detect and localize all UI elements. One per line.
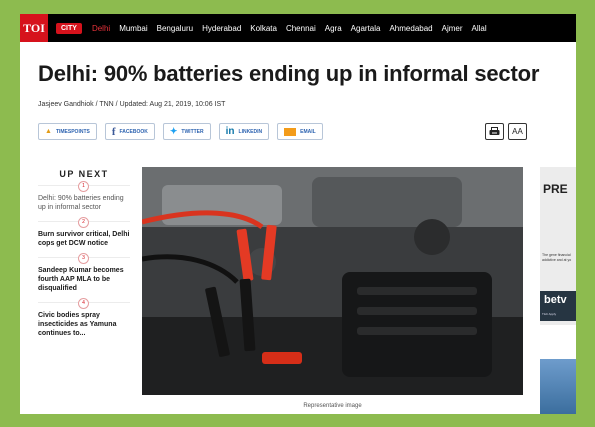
nav-item-hyderabad[interactable]: Hyderabad: [202, 24, 241, 33]
nav-item-delhi[interactable]: Delhi: [92, 24, 110, 33]
browser-page: TOI CITY Delhi Mumbai Bengaluru Hyderaba…: [20, 14, 576, 414]
engine-jumper-cables-photo: [142, 167, 523, 395]
up-next-item[interactable]: 3 Sandeep Kumar becomes fourth AAP MLA t…: [38, 253, 130, 293]
twitter-label: TWITTER: [181, 128, 204, 135]
facebook-label: FACEBOOK: [119, 128, 148, 135]
email-icon: [284, 127, 297, 136]
linkedin-share-button[interactable]: in LINKEDIN: [218, 123, 270, 140]
ad-logo: betv: [544, 294, 567, 306]
up-next-number: 2: [78, 217, 89, 228]
nav-item-chennai[interactable]: Chennai: [286, 24, 316, 33]
facebook-icon: f: [111, 125, 116, 138]
nav-item-agra[interactable]: Agra: [325, 24, 342, 33]
twitter-share-button[interactable]: ✦ TWITTER: [162, 123, 211, 140]
share-bar: ▲ TIMESPOINTS f FACEBOOK ✦ TWITTER in LI…: [38, 123, 331, 140]
sidebar-ad[interactable]: PRE The gene financial addictive and at …: [540, 167, 576, 325]
up-next-number: 1: [78, 181, 89, 192]
nav-item-kolkata[interactable]: Kolkata: [250, 24, 277, 33]
up-next-text: Burn survivor critical, Delhi cops get D…: [38, 231, 130, 247]
up-next-number: 3: [78, 253, 89, 264]
timespoints-icon: ▲: [45, 128, 52, 135]
up-next-item[interactable]: 1 Delhi: 90% batteries ending up in info…: [38, 181, 130, 212]
print-icon: [489, 127, 500, 135]
sidebar-ad-secondary[interactable]: [540, 359, 576, 414]
nav-item-mumbai[interactable]: Mumbai: [119, 24, 147, 33]
up-next-text: Sandeep Kumar becomes fourth AAP MLA to …: [38, 267, 124, 292]
nav-item-ajmer[interactable]: Ajmer: [442, 24, 463, 33]
nav-item-agartala[interactable]: Agartala: [351, 24, 381, 33]
up-next-panel: UP NEXT 1 Delhi: 90% batteries ending up…: [38, 169, 130, 347]
up-next-text: Delhi: 90% batteries ending up in inform…: [38, 195, 124, 211]
ad-text: The gene financial addictive and at yo: [542, 253, 572, 262]
ad-title: PRE: [543, 182, 568, 196]
article-byline: Jasjeev Gandhiok / TNN / Updated: Aug 21…: [38, 101, 226, 108]
linkedin-icon: in: [225, 126, 235, 137]
top-nav: TOI CITY Delhi Mumbai Bengaluru Hyderaba…: [20, 14, 576, 42]
nav-item-allal[interactable]: Allal: [472, 24, 487, 33]
up-next-text: Civic bodies spray insecticides as Yamun…: [38, 312, 117, 337]
timespoints-label: TIMESPOINTS: [55, 128, 90, 135]
twitter-icon: ✦: [169, 126, 178, 136]
city-nav: Delhi Mumbai Bengaluru Hyderabad Kolkata…: [92, 24, 496, 33]
up-next-title: UP NEXT: [59, 169, 109, 179]
timespoints-button[interactable]: ▲ TIMESPOINTS: [38, 123, 97, 140]
image-caption: Representative image: [303, 403, 362, 409]
email-share-button[interactable]: EMAIL: [277, 123, 323, 140]
linkedin-label: LINKEDIN: [238, 128, 263, 135]
nav-item-bengaluru[interactable]: Bengaluru: [157, 24, 193, 33]
article-image: [142, 167, 523, 395]
article-headline: Delhi: 90% batteries ending up in inform…: [38, 61, 540, 86]
ad-fineprint: T&C Apply: [542, 312, 557, 316]
email-label: EMAIL: [300, 128, 316, 135]
up-next-item[interactable]: 2 Burn survivor critical, Delhi cops get…: [38, 217, 130, 248]
up-next-item[interactable]: 4 Civic bodies spray insecticides as Yam…: [38, 298, 130, 338]
nav-item-ahmedabad[interactable]: Ahmedabad: [389, 24, 432, 33]
font-size-button[interactable]: AA: [508, 123, 527, 140]
font-size-label: AA: [512, 127, 523, 136]
up-next-number: 4: [78, 298, 89, 309]
facebook-share-button[interactable]: f FACEBOOK: [104, 123, 155, 140]
city-badge[interactable]: CITY: [56, 22, 82, 34]
toi-logo[interactable]: TOI: [20, 14, 48, 42]
print-button[interactable]: [485, 123, 504, 140]
